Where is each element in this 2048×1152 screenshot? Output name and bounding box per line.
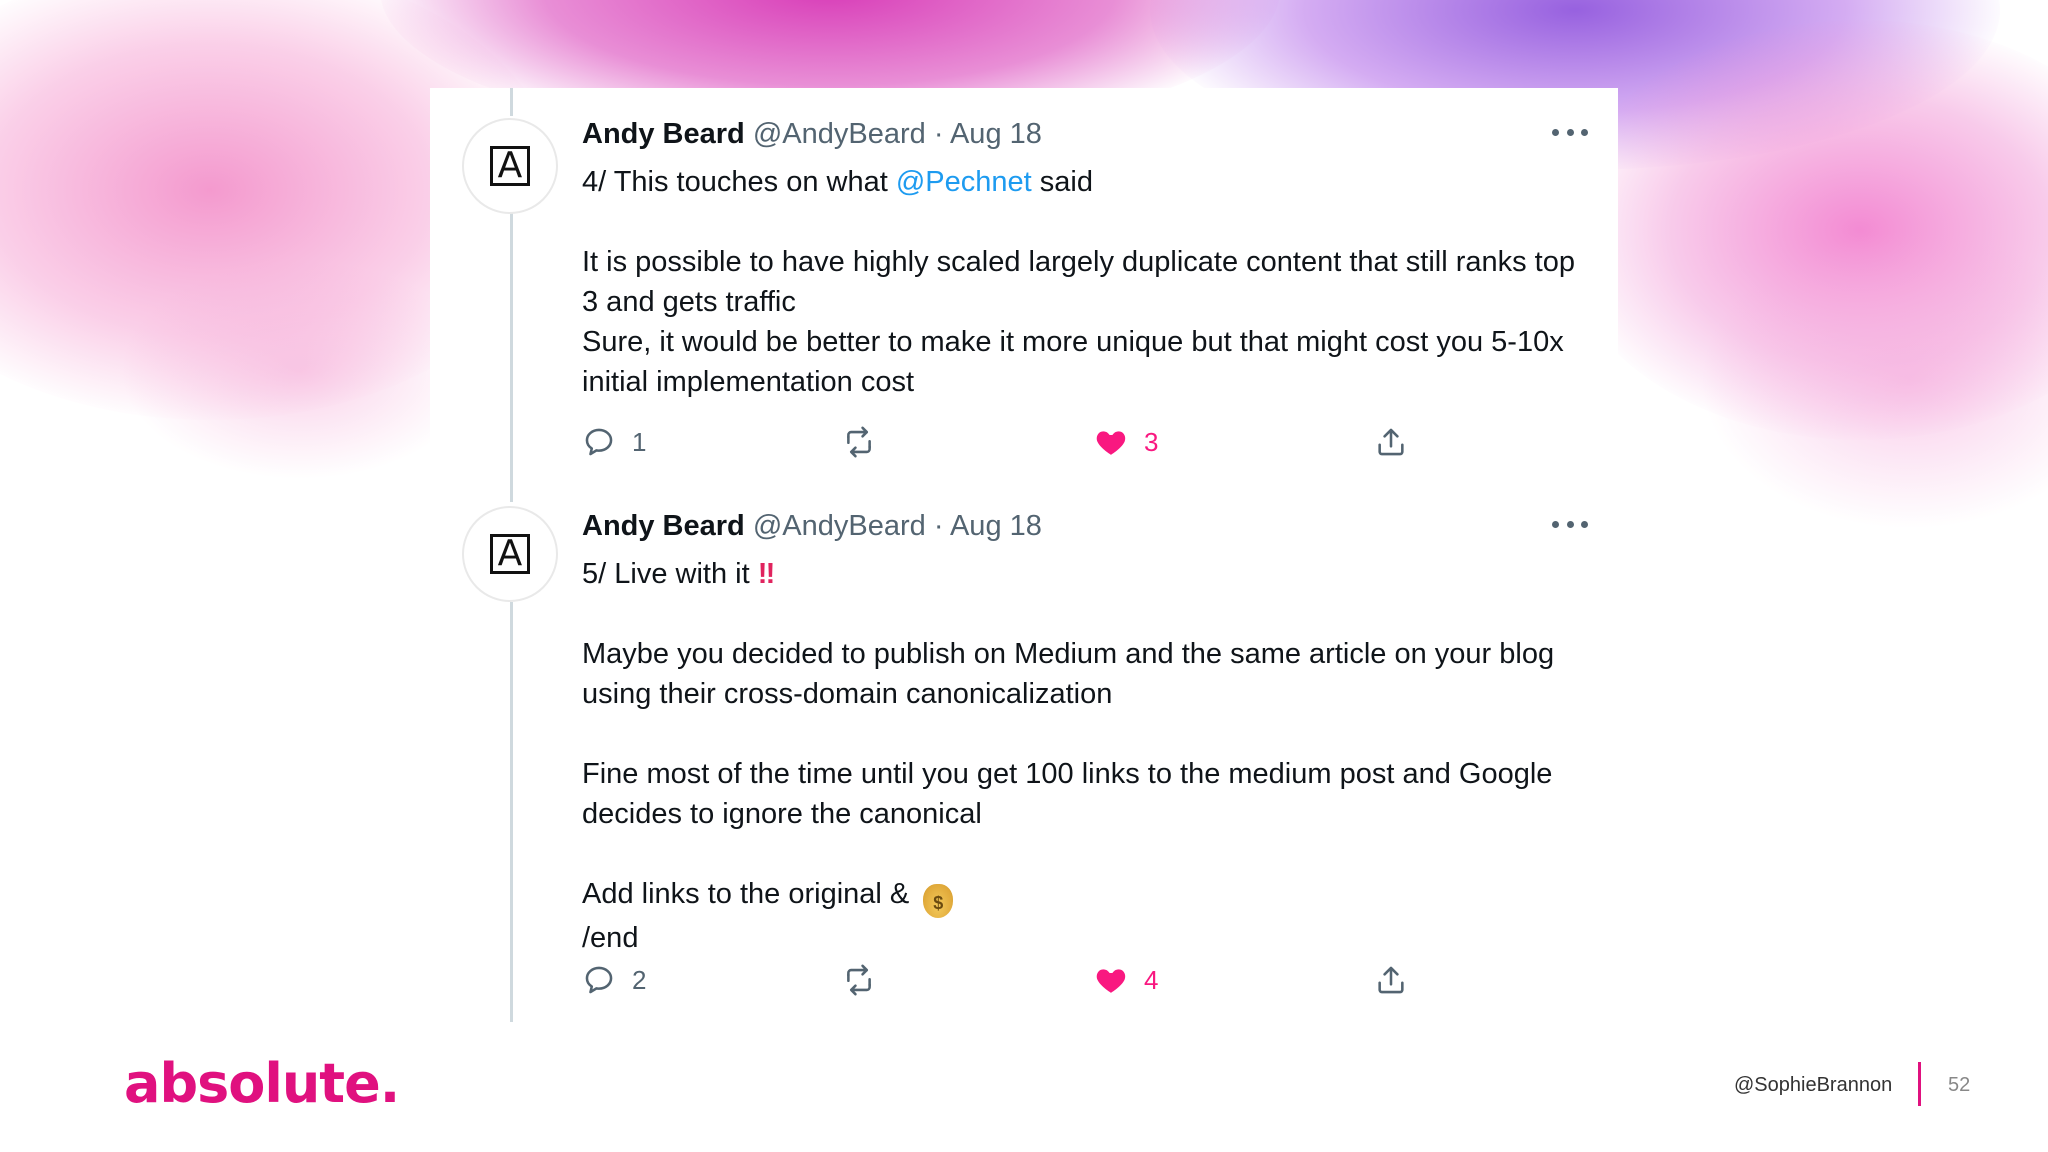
tweet-text: 4/ This touches on what @Pechnet said It… xyxy=(582,162,1592,402)
more-options-icon[interactable] xyxy=(1552,514,1588,534)
author-handle[interactable]: @AndyBeard xyxy=(753,118,926,150)
reply-icon xyxy=(585,966,613,994)
footer-divider xyxy=(1918,1062,1921,1106)
letter-a-avatar-icon: A xyxy=(490,146,530,186)
retweet-icon xyxy=(847,426,871,458)
retweet-icon xyxy=(847,964,871,996)
tweet-actions: 2 4 xyxy=(582,960,1482,1000)
retweet-button[interactable] xyxy=(842,422,892,462)
author-handle[interactable]: @AndyBeard xyxy=(753,510,926,542)
like-count: 3 xyxy=(1144,426,1159,457)
reply-count: 1 xyxy=(632,426,647,457)
avatar[interactable]: A xyxy=(462,506,558,602)
money-bag-emoji-icon: $ xyxy=(923,884,954,918)
author-name[interactable]: Andy Beard xyxy=(582,118,745,150)
presenter-handle: @SophieBrannon xyxy=(1734,1074,1893,1096)
reply-icon xyxy=(585,428,613,456)
tweet-paragraph: /end xyxy=(582,922,639,954)
absolute-logo: absolute. xyxy=(124,1052,400,1115)
heart-icon xyxy=(1096,969,1126,993)
more-options-icon[interactable] xyxy=(1552,122,1588,142)
tweet-paragraph: Sure, it would be better to make it more… xyxy=(582,326,1564,398)
share-icon xyxy=(1378,966,1404,994)
separator-dot: · xyxy=(933,118,944,150)
tweet-date[interactable]: Aug 18 xyxy=(950,118,1042,150)
mention-link[interactable]: @Pechnet xyxy=(896,166,1032,198)
reply-count: 2 xyxy=(632,964,647,995)
tweet-paragraph: It is possible to have highly scaled lar… xyxy=(582,246,1575,318)
tweet-header: Andy Beard @AndyBeard · Aug 18 xyxy=(582,118,1042,151)
tweet-5[interactable]: A Andy Beard @AndyBeard · Aug 18 5/ Live… xyxy=(430,496,1618,1022)
double-exclamation-emoji: ‼ xyxy=(757,558,775,590)
share-button[interactable] xyxy=(1374,422,1408,462)
tweet-header: Andy Beard @AndyBeard · Aug 18 xyxy=(582,510,1042,543)
separator-dot: · xyxy=(933,510,944,542)
tweet-text: 5/ Live with it ‼ Maybe you decided to p… xyxy=(582,554,1592,958)
tweet-paragraph: Maybe you decided to publish on Medium a… xyxy=(582,638,1555,710)
like-button[interactable]: 4 xyxy=(1094,960,1158,1000)
tweet-actions: 1 3 xyxy=(582,422,1482,462)
tweet-thread-card: A Andy Beard @AndyBeard · Aug 18 4/ This… xyxy=(430,88,1618,1022)
tweet-date[interactable]: Aug 18 xyxy=(950,510,1042,542)
author-name[interactable]: Andy Beard xyxy=(582,510,745,542)
like-count: 4 xyxy=(1144,964,1159,995)
heart-icon xyxy=(1096,431,1126,455)
letter-a-avatar-icon: A xyxy=(490,534,530,574)
tweet-paragraph: Fine most of the time until you get 100 … xyxy=(582,758,1553,830)
reply-button[interactable]: 2 xyxy=(582,960,646,1000)
share-icon xyxy=(1378,428,1404,456)
reply-button[interactable]: 1 xyxy=(582,422,646,462)
share-button[interactable] xyxy=(1374,960,1408,1000)
retweet-button[interactable] xyxy=(842,960,892,1000)
avatar[interactable]: A xyxy=(462,118,558,214)
slide-number: 52 xyxy=(1948,1074,1971,1096)
like-button[interactable]: 3 xyxy=(1094,422,1158,462)
tweet-4[interactable]: A Andy Beard @AndyBeard · Aug 18 4/ This… xyxy=(430,104,1618,484)
